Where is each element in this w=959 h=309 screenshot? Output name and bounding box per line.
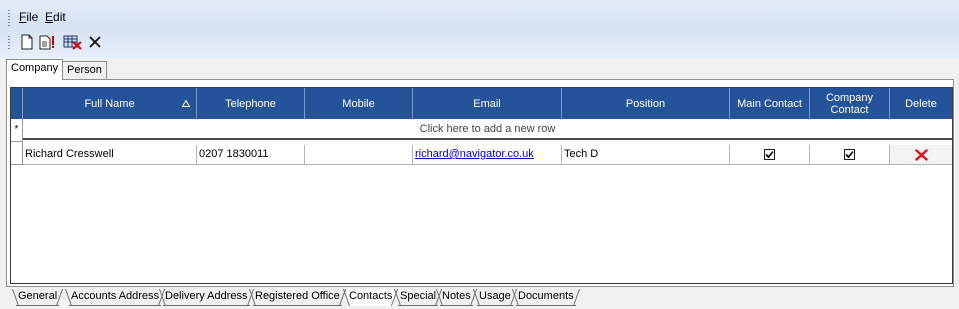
column-header-label: Main Contact: [737, 97, 802, 110]
new-button[interactable]: [18, 33, 36, 51]
contacts-panel: Full Name Telephone Mobile Email Positio…: [6, 79, 954, 287]
column-header-label: Full Name: [84, 97, 135, 110]
column-header-mobile[interactable]: Mobile: [305, 88, 413, 119]
cell-telephone[interactable]: 0207 1830011: [197, 145, 305, 165]
cell-email[interactable]: richard@navigator.co.uk: [413, 145, 562, 165]
main-contact-checkbox[interactable]: [764, 149, 775, 160]
checkmark-icon: [765, 150, 774, 159]
top-band: [0, 0, 959, 58]
tab-special[interactable]: Special: [393, 289, 443, 306]
delete-button[interactable]: [86, 33, 104, 51]
sort-ascending-icon: [182, 100, 190, 107]
column-header-delete[interactable]: Delete: [890, 88, 952, 119]
new-row-marker: *: [14, 124, 19, 135]
position-value: Tech D: [564, 148, 599, 160]
add-row-text: Click here to add a new row: [419, 122, 556, 135]
telephone-value: 0207 1830011: [199, 148, 269, 160]
tab-usage[interactable]: Usage: [472, 289, 517, 306]
edit-button[interactable]: [39, 33, 57, 51]
column-header-label: Delete: [905, 97, 937, 110]
add-new-row[interactable]: Click here to add a new row: [23, 119, 952, 140]
menu-edit-mnemonic: E: [45, 10, 54, 24]
column-header-full-name[interactable]: Full Name: [23, 88, 197, 119]
column-header-label: Telephone: [225, 97, 276, 110]
column-header-label: Email: [473, 97, 501, 110]
delete-icon: [89, 36, 101, 48]
tab-label: Usage: [479, 290, 511, 302]
row-selector[interactable]: [11, 145, 23, 165]
tab-label: Delivery Address: [165, 290, 248, 302]
edit-document-icon: [39, 35, 54, 50]
column-header-position[interactable]: Position: [562, 88, 730, 119]
tab-registered-office[interactable]: Registered Office: [248, 289, 346, 306]
toolbar-grip[interactable]: [8, 36, 10, 51]
tab-notes[interactable]: Notes: [435, 289, 477, 306]
tab-label: General: [18, 290, 58, 302]
tab-company[interactable]: Company: [6, 59, 64, 80]
menubar-grip[interactable]: [8, 10, 10, 26]
menu-file[interactable]: File: [19, 7, 38, 27]
tab-label: Contacts: [349, 290, 393, 302]
column-header-label: Position: [625, 97, 666, 110]
full-name-value: Richard Cresswell: [25, 148, 114, 160]
tab-general[interactable]: General: [11, 289, 64, 306]
remove-filter-button[interactable]: [63, 33, 83, 51]
tab-label: Accounts Address: [71, 290, 160, 302]
column-header-label: Mobile: [342, 97, 375, 110]
delete-row-icon[interactable]: [914, 148, 928, 161]
remove-filter-icon: [63, 35, 82, 50]
company-contact-checkbox[interactable]: [844, 149, 855, 160]
cell-main-contact: [730, 145, 810, 165]
menu-edit[interactable]: Edit: [45, 7, 66, 27]
menu-edit-label: dit: [53, 10, 66, 24]
cell-delete: [890, 145, 952, 165]
column-header-company-contact[interactable]: Company Contact: [810, 88, 890, 119]
tab-documents[interactable]: Documents: [511, 289, 580, 306]
tab-label: Notes: [442, 290, 471, 302]
tab-person[interactable]: Person: [62, 61, 107, 79]
tab-company-label: Company: [11, 62, 59, 74]
header-corner: [11, 88, 23, 119]
cell-position[interactable]: Tech D: [562, 145, 730, 165]
column-header-main-contact[interactable]: Main Contact: [730, 88, 810, 119]
email-link[interactable]: richard@navigator.co.uk: [415, 148, 534, 160]
tab-contacts[interactable]: Contacts: [342, 289, 399, 306]
tab-delivery-address[interactable]: Delivery Address: [158, 289, 254, 306]
cell-company-contact: [810, 145, 890, 165]
column-header-telephone[interactable]: Telephone: [197, 88, 305, 119]
new-row-selector[interactable]: *: [11, 119, 23, 142]
new-document-icon: [21, 34, 33, 50]
cell-full-name[interactable]: Richard Cresswell: [23, 145, 197, 165]
tab-label: Documents: [518, 290, 574, 302]
tab-accounts-address[interactable]: Accounts Address: [64, 289, 166, 306]
tab-label: Registered Office: [255, 290, 340, 302]
column-header-label: Company Contact: [825, 91, 874, 116]
cell-mobile[interactable]: [305, 145, 413, 165]
contacts-grid: Full Name Telephone Mobile Email Positio…: [10, 87, 953, 284]
tab-label: Special: [400, 290, 437, 302]
menu-file-label: ile: [26, 10, 39, 24]
tab-person-label: Person: [67, 64, 102, 76]
checkmark-icon: [845, 150, 854, 159]
column-header-email[interactable]: Email: [413, 88, 562, 119]
